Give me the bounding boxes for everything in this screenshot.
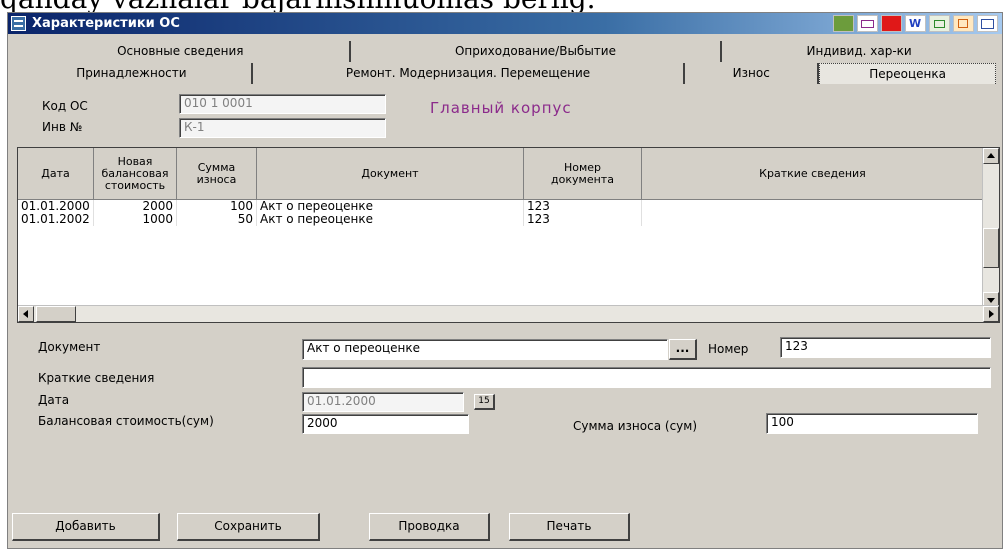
doc-number-cell: 123	[524, 213, 642, 226]
document-field[interactable]: Акт о переоценке	[302, 339, 668, 360]
balance-cell: 1000	[94, 213, 177, 226]
number-field[interactable]: 123	[780, 337, 991, 358]
object-name: Главный корпус	[430, 99, 572, 117]
arrow-up-icon	[987, 153, 995, 158]
orange-doc-icon[interactable]	[953, 15, 974, 32]
asset-code-label: Код ОС	[42, 99, 88, 113]
posting-button[interactable]: Проводка	[369, 513, 490, 541]
wear-amount-label: Сумма износа (сум)	[573, 419, 698, 433]
arrow-down-icon	[987, 298, 995, 303]
arrow-left-icon	[23, 310, 28, 318]
balance-value-field[interactable]: 2000	[302, 414, 469, 434]
notes-cell	[642, 213, 984, 226]
grid-chart-icon[interactable]	[977, 15, 998, 32]
print-button[interactable]: Печать	[509, 513, 630, 541]
vertical-scroll-thumb[interactable]	[983, 228, 999, 268]
inventory-number-field[interactable]: К-1	[179, 118, 386, 138]
revaluation-page: Код ОС 010 1 0001 Инв № К-1 Главный корп…	[12, 89, 1000, 544]
date-field[interactable]: 01.01.2000	[302, 392, 464, 412]
column-header[interactable]: Краткие сведения	[642, 148, 984, 200]
tab-depreciation[interactable]: Износ	[685, 63, 820, 84]
number-label: Номер	[708, 342, 749, 356]
tab-row-secondary: Принадлежности Ремонт. Модернизация. Пер…	[12, 63, 996, 84]
wear-cell: 50	[177, 213, 257, 226]
add-button[interactable]: Добавить	[12, 513, 160, 541]
balance-value-label: Балансовая стоимость(сум)	[38, 414, 214, 428]
tab-row-primary: Основные сведения Оприходование/Выбытие …	[12, 41, 996, 62]
tab-accessories[interactable]: Принадлежности	[12, 63, 253, 84]
notes-field[interactable]	[302, 367, 991, 388]
document-cell: Акт о переоценке	[257, 200, 524, 213]
scroll-left-button[interactable]	[18, 306, 34, 322]
tab-individual-features[interactable]: Индивид. хар-ки	[722, 41, 996, 62]
column-header[interactable]: Номер документа	[524, 148, 642, 200]
window-title: Характеристики ОС	[32, 16, 180, 31]
column-header[interactable]: Сумма износа	[177, 148, 257, 200]
balance-cell: 2000	[94, 200, 177, 213]
arrow-right-icon	[989, 310, 994, 318]
notes-cell	[642, 200, 984, 213]
table-header: Дата Новая балансовая стоимость Сумма из…	[18, 148, 984, 200]
document-cell: Акт о переоценке	[257, 213, 524, 226]
scroll-right-button[interactable]	[983, 306, 999, 322]
column-header[interactable]: Документ	[257, 148, 524, 200]
revaluation-table[interactable]: Дата Новая балансовая стоимость Сумма из…	[17, 147, 1000, 323]
tab-revaluation[interactable]: Переоценка	[819, 63, 996, 84]
excel-sheet-icon[interactable]	[929, 15, 950, 32]
green-page-icon[interactable]	[833, 15, 854, 32]
table-row[interactable]: 01.01.2002 1000 50 Акт о переоценке 123	[18, 213, 984, 226]
column-header[interactable]: Дата	[18, 148, 94, 200]
tab-repair-modernization[interactable]: Ремонт. Модернизация. Перемещение	[252, 63, 686, 84]
inventory-number-label: Инв №	[42, 120, 83, 134]
word-doc-icon[interactable]: W	[905, 15, 926, 32]
date-cell: 01.01.2000	[18, 200, 94, 213]
title-bar[interactable]: Характеристики ОС W	[8, 13, 1002, 34]
scroll-up-button[interactable]	[983, 148, 999, 164]
calendar-button[interactable]: 15	[474, 394, 495, 410]
date-cell: 01.01.2002	[18, 213, 94, 226]
mail-envelope-icon[interactable]	[857, 15, 878, 32]
column-header[interactable]: Новая балансовая стоимость	[94, 148, 177, 200]
app-window-icon	[11, 16, 26, 31]
fixed-asset-window: Характеристики ОС W Основные сведения Оп…	[7, 12, 1003, 549]
table-body: 01.01.2000 2000 100 Акт о переоценке 123…	[18, 200, 984, 226]
doc-number-cell: 123	[524, 200, 642, 213]
document-label: Документ	[38, 340, 101, 354]
vertical-scrollbar[interactable]	[982, 148, 999, 308]
save-button[interactable]: Сохранить	[177, 513, 320, 541]
tab-general-info[interactable]: Основные сведения	[12, 41, 351, 62]
table-row[interactable]: 01.01.2000 2000 100 Акт о переоценке 123	[18, 200, 984, 213]
wear-amount-field[interactable]: 100	[766, 413, 978, 434]
document-lookup-button[interactable]: ...	[669, 339, 697, 360]
tab-receipt-disposal[interactable]: Оприходование/Выбытие	[350, 41, 723, 62]
asset-code-field[interactable]: 010 1 0001	[179, 94, 386, 114]
wear-cell: 100	[177, 200, 257, 213]
calendar-icon: 15	[478, 396, 490, 406]
horizontal-scroll-thumb[interactable]	[36, 306, 76, 322]
red-square-icon[interactable]	[881, 15, 902, 32]
horizontal-scrollbar[interactable]	[18, 305, 999, 322]
toolbar-icons: W	[833, 13, 998, 34]
date-label: Дата	[38, 393, 70, 407]
notes-label: Краткие сведения	[38, 371, 155, 385]
